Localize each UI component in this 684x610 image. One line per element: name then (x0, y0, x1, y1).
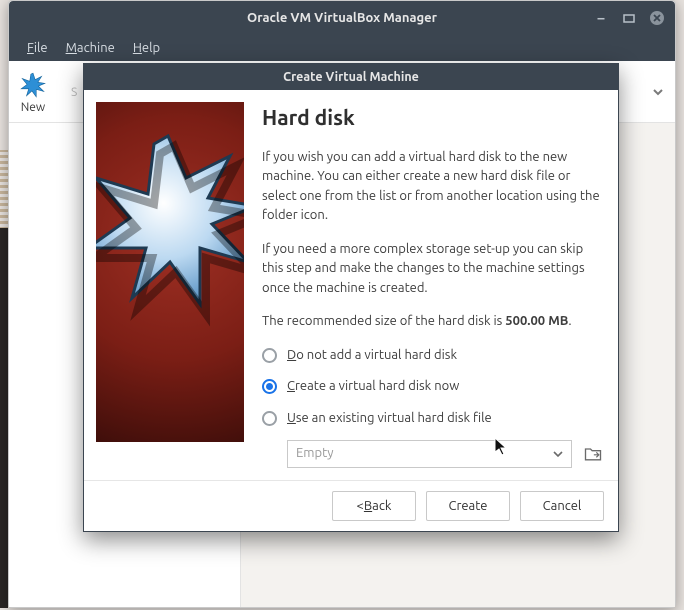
dialog-title: Create Virtual Machine (283, 70, 419, 84)
dialog-footer: < Back Create Cancel (84, 480, 618, 531)
toolbar-new[interactable]: New (19, 71, 47, 114)
toolbar-settings-initial: S (71, 86, 77, 99)
option-no-disk[interactable]: Do not add a virtual hard disk (262, 346, 606, 366)
window-title: Oracle VM VirtualBox Manager (247, 11, 437, 25)
select-value: Empty (296, 444, 334, 464)
option-existing-disk[interactable]: Use an existing virtual hard disk file (262, 409, 606, 429)
chevron-down-icon (551, 447, 565, 468)
minimize-button[interactable]: – (593, 10, 609, 26)
cancel-button[interactable]: Cancel (520, 491, 604, 521)
desktop-background (0, 150, 8, 230)
wizard-content: Hard disk If you wish you can add a virt… (262, 102, 606, 468)
menubar: File Machine Help (9, 35, 675, 61)
toolbar-new-label: New (21, 101, 46, 114)
create-vm-dialog: Create Virtual Machine Hard (83, 63, 619, 532)
toolbar-settings[interactable]: S (71, 86, 77, 99)
option-create-disk[interactable]: Create a virtual hard disk now (262, 377, 606, 397)
create-button[interactable]: Create (426, 491, 510, 521)
wizard-para-1: If you wish you can add a virtual hard d… (262, 148, 606, 226)
browse-folder-button[interactable] (580, 441, 606, 467)
back-button[interactable]: < Back (332, 491, 416, 521)
radio-icon (262, 379, 277, 394)
menu-help[interactable]: Help (133, 41, 160, 55)
radio-icon (262, 348, 277, 363)
wizard-heading: Hard disk (262, 102, 606, 134)
virtualbox-window: Oracle VM VirtualBox Manager – File Mach… (8, 0, 676, 608)
wizard-graphic (96, 102, 244, 442)
existing-disk-select[interactable]: Empty (287, 440, 572, 468)
wizard-para-2: If you need a more complex storage set-u… (262, 240, 606, 299)
maximize-button[interactable] (621, 10, 637, 26)
starburst-icon (19, 71, 47, 99)
option-label: Create a virtual hard disk now (287, 377, 459, 397)
menu-machine[interactable]: Machine (66, 41, 115, 55)
close-button[interactable] (649, 10, 665, 26)
dialog-titlebar[interactable]: Create Virtual Machine (84, 64, 618, 90)
toolbar-overflow[interactable] (645, 83, 671, 103)
menu-file[interactable]: File (27, 41, 48, 55)
wizard-recommendation: The recommended size of the hard disk is… (262, 312, 606, 332)
option-label: Use an existing virtual hard disk file (287, 409, 492, 429)
radio-icon (262, 411, 277, 426)
window-titlebar[interactable]: Oracle VM VirtualBox Manager – (9, 1, 675, 35)
option-label: Do not add a virtual hard disk (287, 346, 457, 366)
disk-options: Do not add a virtual hard disk Create a … (262, 346, 606, 469)
desktop-background (0, 228, 8, 608)
